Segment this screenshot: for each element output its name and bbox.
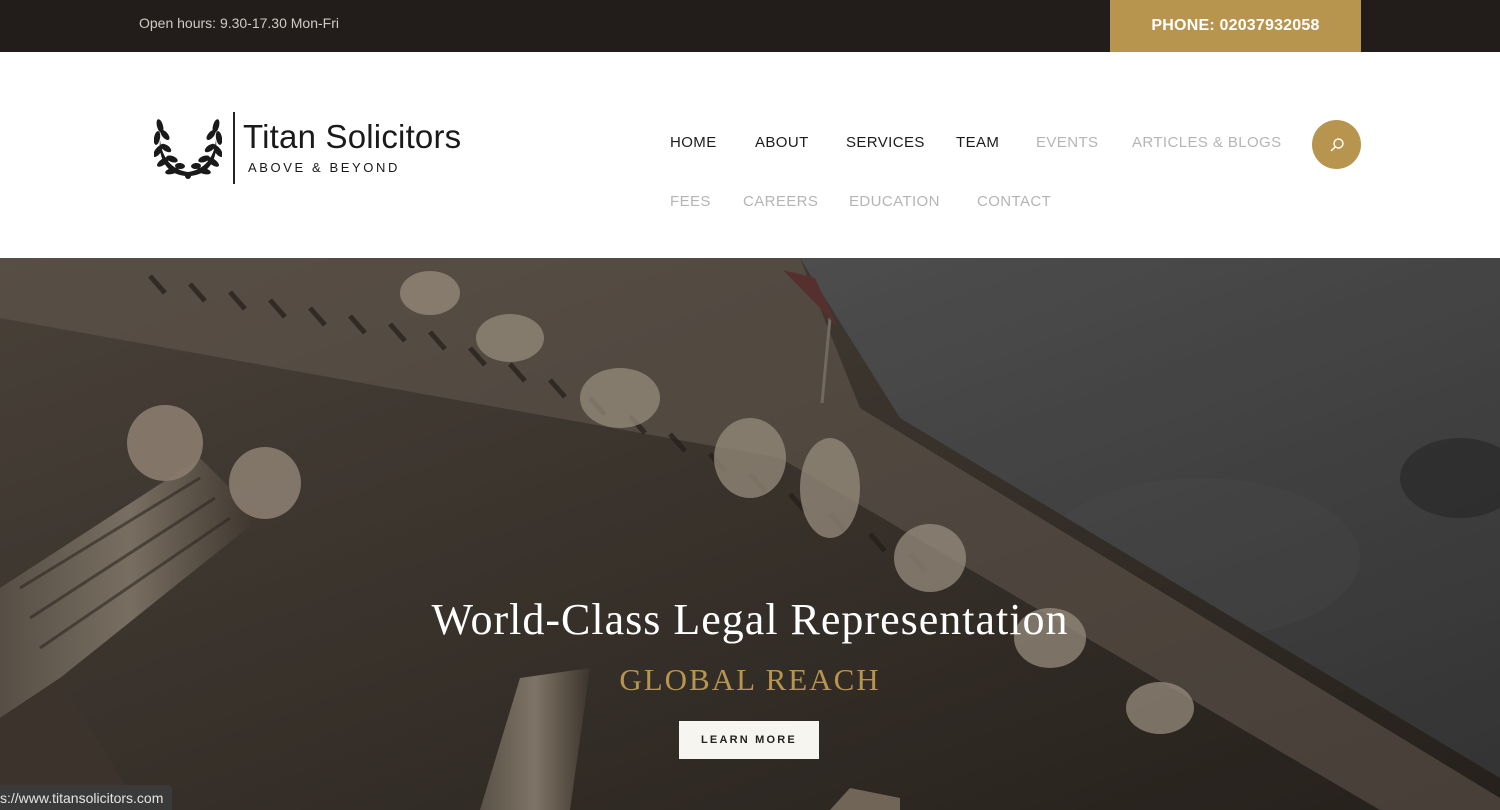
- open-hours-text: Open hours: 9.30-17.30 Mon-Fri: [139, 15, 339, 31]
- nav-contact[interactable]: CONTACT: [977, 193, 1051, 210]
- hero-subline: GLOBAL REACH: [619, 662, 881, 697]
- nav-home[interactable]: HOME: [670, 134, 717, 151]
- nav-education[interactable]: EDUCATION: [849, 193, 940, 210]
- site-logo[interactable]: Titan Solicitors ABOVE & BEYOND: [154, 112, 484, 186]
- hero-banner: World-Class Legal Representation GLOBAL …: [0, 258, 1500, 810]
- search-button[interactable]: [1312, 120, 1361, 169]
- logo-name: Titan Solicitors: [243, 118, 462, 155]
- nav-about[interactable]: ABOUT: [755, 134, 809, 151]
- hero-headline: World-Class Legal Representation: [431, 595, 1069, 644]
- logo-divider: [233, 112, 235, 184]
- nav-services[interactable]: SERVICES: [846, 134, 925, 151]
- laurel-wreath-icon: [154, 119, 222, 179]
- top-bar: Open hours: 9.30-17.30 Mon-Fri PHONE: 02…: [0, 0, 1500, 52]
- learn-more-button[interactable]: LEARN MORE: [679, 721, 819, 759]
- nav-events[interactable]: EVENTS: [1036, 134, 1098, 151]
- nav-team[interactable]: TEAM: [956, 134, 999, 151]
- link-status-bar: s://www.titansolicitors.com: [0, 785, 173, 810]
- search-icon: [1330, 137, 1344, 151]
- site-header: Titan Solicitors ABOVE & BEYOND HOME ABO…: [0, 52, 1500, 258]
- nav-fees[interactable]: FEES: [670, 193, 711, 210]
- nav-articles-blogs[interactable]: ARTICLES & BLOGS: [1132, 134, 1282, 151]
- phone-button[interactable]: PHONE: 02037932058: [1110, 0, 1361, 52]
- logo-tagline: ABOVE & BEYOND: [248, 160, 400, 175]
- nav-careers[interactable]: CAREERS: [743, 193, 818, 210]
